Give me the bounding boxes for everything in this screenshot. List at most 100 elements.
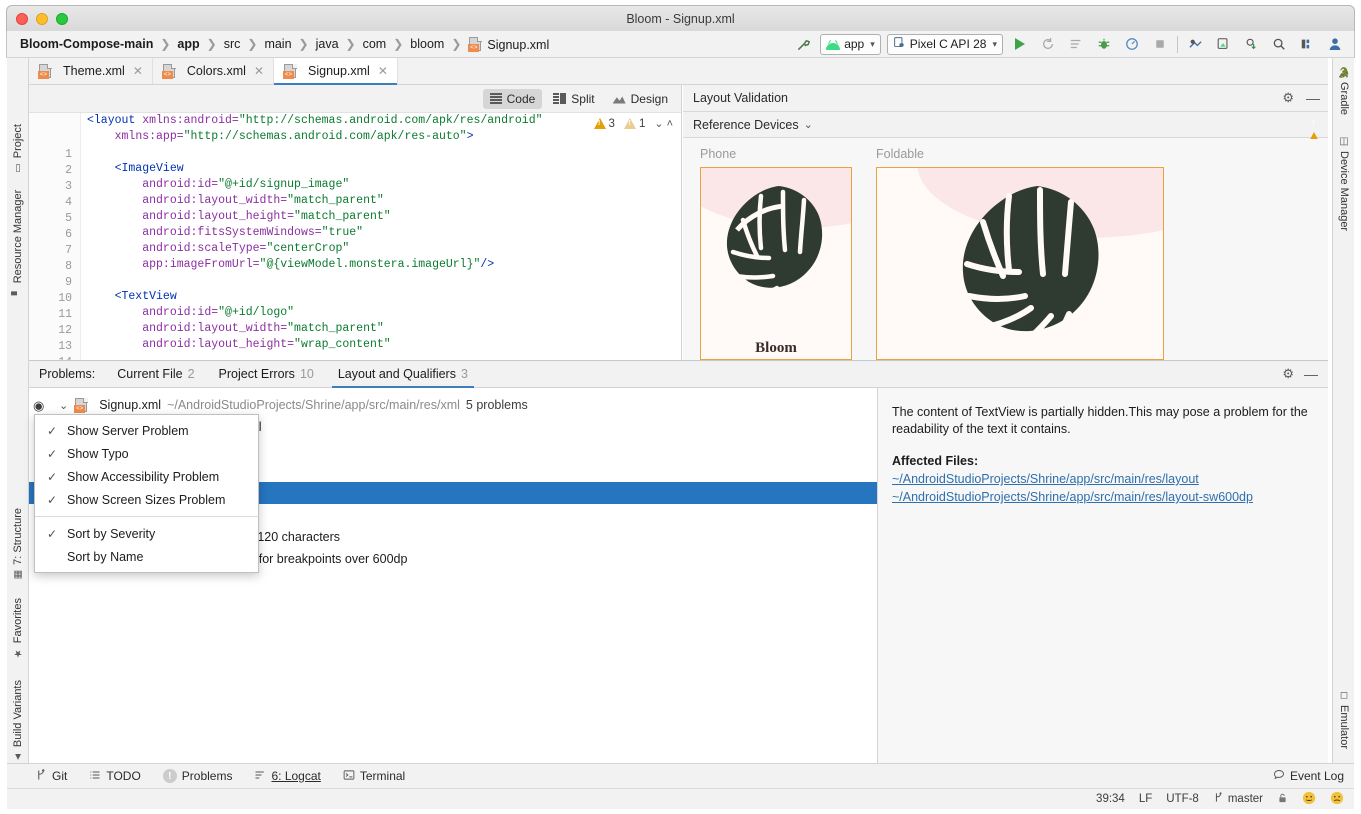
affected-file-link[interactable]: ~/AndroidStudioProjects/Shrine/app/src/m… [892,490,1314,504]
breadcrumb-item-bloom[interactable]: bloom [407,37,447,51]
close-icon[interactable]: ✕ [133,64,143,78]
eye-icon[interactable]: ◉ [33,398,44,414]
gear-icon[interactable]: ⚙ [1282,366,1294,382]
code-editor[interactable]: Code Split Design 1 2 3 4 5 6 7 8 9 10 1… [29,85,682,360]
sidebar-item-emulator[interactable]: ◻ Emulator [1338,690,1350,749]
bottom-item-terminal[interactable]: Terminal [343,769,405,784]
line-number: 10 [58,291,72,307]
run-button[interactable] [1009,34,1031,54]
sidebar-item-favorites[interactable]: ★ Favorites [12,598,24,658]
affected-file-link[interactable]: ~/AndroidStudioProjects/Shrine/app/src/m… [892,472,1314,486]
next-problem-icon[interactable]: ⌄ [654,117,663,130]
apply-changes-button[interactable] [1037,34,1059,54]
breadcrumb-separator: ❯ [449,37,463,51]
editor-mode-design[interactable]: Design [606,89,675,109]
editor-gutter: 1 2 3 4 5 6 7 8 9 10 11 12 13 14 [29,113,81,360]
tab-current-file[interactable]: Current File 2 [105,361,206,388]
menu-item-show-server-problem[interactable]: ✓ Show Server Problem [35,419,258,442]
minimize-icon[interactable]: — [1304,366,1318,382]
editor-tab-signup-xml[interactable]: <> Signup.xml ✕ [274,58,398,84]
sidebar-item-build-variants[interactable]: ▲ Build Variants [12,680,24,762]
breadcrumb[interactable]: Bloom-Compose-main ❯ app ❯ src ❯ main ❯ … [7,37,552,52]
line-number: 9 [65,275,72,291]
tab-label: Layout and Qualifiers [338,367,456,381]
debug-button[interactable] [1093,34,1115,54]
menu-item-label: Show Typo [67,447,129,461]
menu-item-show-typo[interactable]: ✓ Show Typo [35,442,258,465]
sync-gradle-button[interactable] [1240,34,1262,54]
event-log-button[interactable]: Event Log [1273,769,1354,784]
apply-code-changes-button[interactable] [1065,34,1087,54]
sdk-manager-button[interactable] [1184,34,1206,54]
device-preview-foldable[interactable] [876,167,1164,360]
problems-file-row[interactable]: ⌄ <> Signup.xml ~/AndroidStudioProjects/… [29,394,877,416]
previous-problem-icon[interactable]: ˄ [667,118,673,130]
caret-position[interactable]: 39:34 [1096,793,1125,805]
sidebar-item-gradle[interactable]: 🐊 Gradle [1338,66,1350,115]
menu-item-show-accessibility-problem[interactable]: ✓ Show Accessibility Problem [35,465,258,488]
editor-mode-label: Split [571,92,594,106]
breadcrumb-item-file[interactable]: <> Signup.xml [465,37,552,52]
bottom-item-git[interactable]: Git [35,769,67,784]
menu-item-sort-by-severity[interactable]: ✓ Sort by Severity [35,522,258,545]
breadcrumb-item-src[interactable]: src [221,37,244,51]
device-preview-phone[interactable]: Bloom [700,167,852,360]
breadcrumb-item-main[interactable]: main [261,37,294,51]
minimize-icon[interactable]: — [1306,90,1320,106]
search-button[interactable] [1268,34,1290,54]
editor-tab-label: Signup.xml [308,64,370,78]
breadcrumb-item-com[interactable]: com [360,37,390,51]
gear-icon[interactable]: ⚙ [1282,90,1294,106]
problems-label: Problems: [39,367,105,381]
bottom-item-logcat[interactable]: 6: Logcat [254,769,320,784]
layout-validation-previews[interactable]: Phone [683,139,1328,360]
sidebar-item-structure[interactable]: ▦ 7: Structure [12,508,24,580]
editor-mode-split[interactable]: Split [546,89,601,109]
preview-app-title: Bloom [701,340,851,357]
editor-tab-theme-xml[interactable]: <> Theme.xml ✕ [29,58,153,84]
device-selector[interactable]: Pixel C API 28 ▾ [887,34,1003,55]
chevron-down-icon[interactable]: ⌄ [804,118,813,131]
menu-item-sort-by-name[interactable]: Sort by Name [35,545,258,568]
sidebar-item-device-manager[interactable]: ◫ Device Manager [1338,136,1350,231]
hammer-icon[interactable] [792,34,814,54]
bottom-item-problems[interactable]: ! Problems [163,769,233,783]
breadcrumb-item-java[interactable]: java [313,37,342,51]
module-selector[interactable]: app ▾ [820,34,881,55]
layout-validation-panel: Layout Validation ⚙ — Reference Devices … [683,85,1328,360]
editor-source-text[interactable]: <layout xmlns:android="http://schemas.an… [87,113,681,360]
close-icon[interactable]: ✕ [254,64,264,78]
menu-item-show-screen-sizes-problem[interactable]: ✓ Show Screen Sizes Problem [35,488,258,511]
line-separator[interactable]: LF [1139,793,1152,805]
chevron-down-icon: ▾ [870,39,875,50]
layout-validation-filter-bar: Reference Devices ⌄ [683,112,1328,138]
sidebar-item-resource-manager[interactable]: ▘ Resource Manager [12,190,24,295]
editor-inspection-summary[interactable]: 3 1 ⌄ ˄ [594,117,673,130]
git-branch-indicator[interactable]: master [1213,792,1263,806]
tab-label: Project Errors [219,367,295,381]
happy-face-icon[interactable] [1302,791,1316,808]
stop-button[interactable] [1149,34,1171,54]
chevron-down-icon[interactable]: ⌄ [59,399,68,412]
close-icon[interactable]: ✕ [378,64,388,78]
bottom-item-todo[interactable]: TODO [89,769,140,784]
tab-project-errors[interactable]: Project Errors 10 [207,361,326,388]
editor-tab-label: Colors.xml [187,64,246,78]
project-structure-button[interactable] [1296,34,1318,54]
lock-icon[interactable] [1277,792,1288,807]
breadcrumb-item-app[interactable]: app [174,37,202,51]
account-button[interactable] [1324,34,1346,54]
reference-devices-label[interactable]: Reference Devices [693,118,799,132]
editor-mode-code[interactable]: Code [483,89,543,109]
breadcrumb-item-project[interactable]: Bloom-Compose-main [17,37,156,51]
problems-filter-context-menu[interactable]: ✓ Show Server Problem ✓ Show Typo ✓ Show… [34,414,259,573]
editor-tab-colors-xml[interactable]: <> Colors.xml ✕ [153,58,274,84]
avd-manager-button[interactable] [1212,34,1234,54]
file-encoding[interactable]: UTF-8 [1166,793,1199,805]
gradle-elephant-icon: 🐊 [1339,66,1350,78]
tab-layout-and-qualifiers[interactable]: Layout and Qualifiers 3 [326,361,480,388]
profiler-button[interactable] [1121,34,1143,54]
device-preview-label: Foldable [876,147,924,161]
sidebar-item-project[interactable]: ▯ Project [12,124,24,173]
sad-face-icon[interactable] [1330,791,1344,808]
